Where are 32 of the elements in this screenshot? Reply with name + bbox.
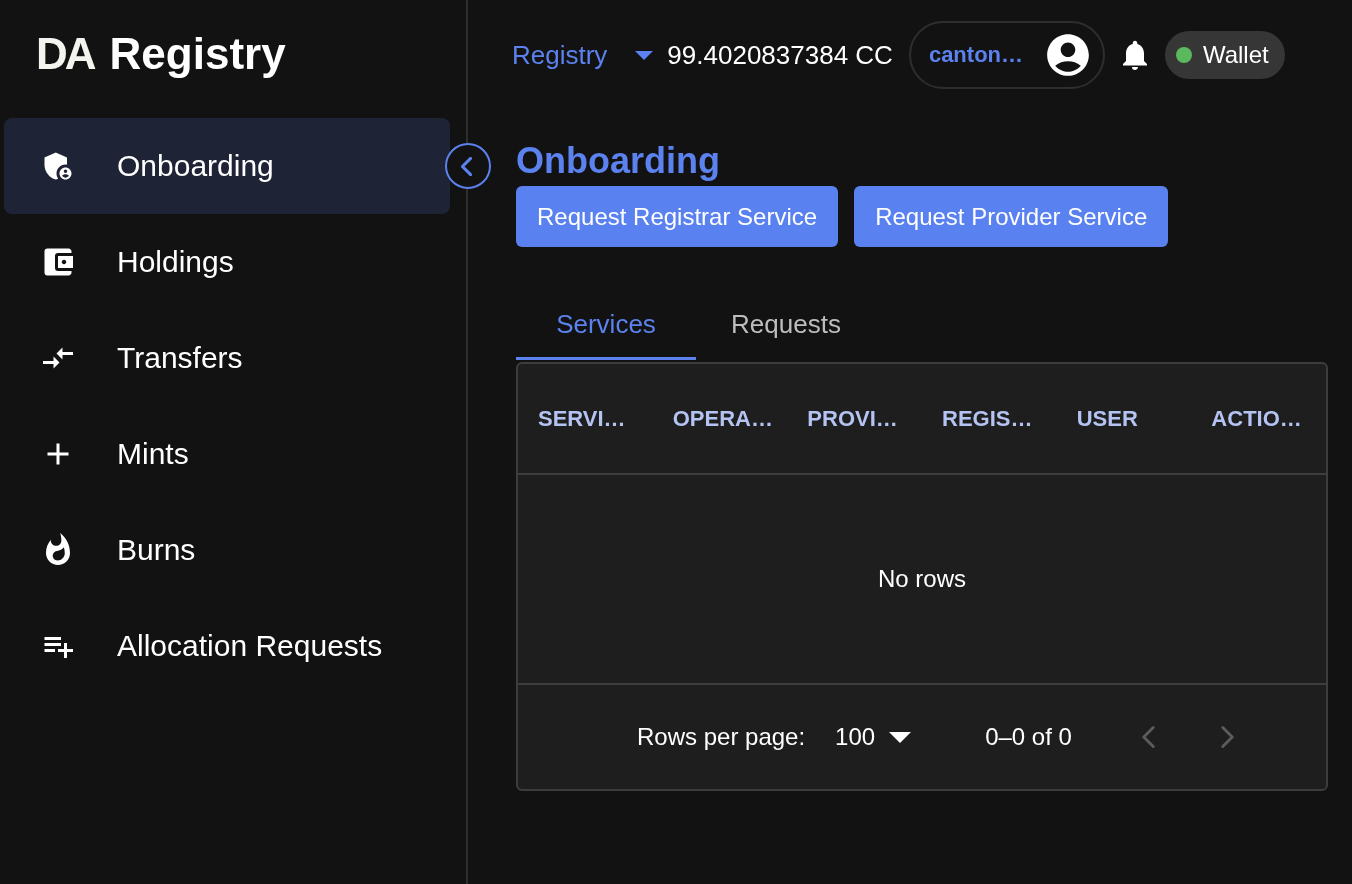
chevron-left-icon xyxy=(461,156,472,176)
collapse-button[interactable] xyxy=(445,143,491,189)
column-header[interactable]: PROVI… xyxy=(807,404,898,433)
app-menu[interactable]: Registry xyxy=(512,39,654,71)
sidebar-item[interactable]: Burns xyxy=(4,502,450,598)
caret-icon xyxy=(635,50,654,60)
column-header[interactable]: REGIS… xyxy=(942,404,1033,433)
sidebar-item[interactable]: Onboarding xyxy=(4,118,450,214)
chevron-left-icon xyxy=(1141,726,1155,748)
sidebar-item[interactable]: Allocation Requests xyxy=(4,598,450,694)
caret-icon xyxy=(889,731,912,743)
tab[interactable]: Requests xyxy=(696,290,876,360)
sidebar-item[interactable]: Holdings xyxy=(4,214,450,310)
page-range: 0–0 of 0 xyxy=(985,722,1072,752)
rows-per-page-label: Rows per page: xyxy=(637,722,806,752)
app-title: Registry xyxy=(109,28,286,80)
logo-mark: DA xyxy=(36,28,94,80)
column-header[interactable]: USER xyxy=(1076,404,1138,433)
column-header[interactable]: OPERA… xyxy=(672,404,773,433)
balance: 99.4020837384 CC xyxy=(667,39,893,71)
column-header[interactable]: SERVI… xyxy=(538,404,626,433)
request-button[interactable]: Request Provider Service xyxy=(854,186,1169,247)
wallet-button[interactable]: Wallet xyxy=(1164,31,1285,79)
request-button[interactable]: Request Registrar Service xyxy=(516,186,839,247)
empty-message: No rows xyxy=(878,564,966,594)
column-header[interactable]: ACTIO… xyxy=(1211,404,1302,433)
rows-per-page-select[interactable]: 100 xyxy=(835,722,912,752)
sidebar-item[interactable]: Transfers xyxy=(4,310,450,406)
account-button[interactable]: canton… xyxy=(908,21,1105,89)
sidebar-item[interactable]: Mints xyxy=(4,406,450,502)
page-title: Onboarding xyxy=(516,140,720,182)
chevron-right-icon xyxy=(1220,726,1234,748)
